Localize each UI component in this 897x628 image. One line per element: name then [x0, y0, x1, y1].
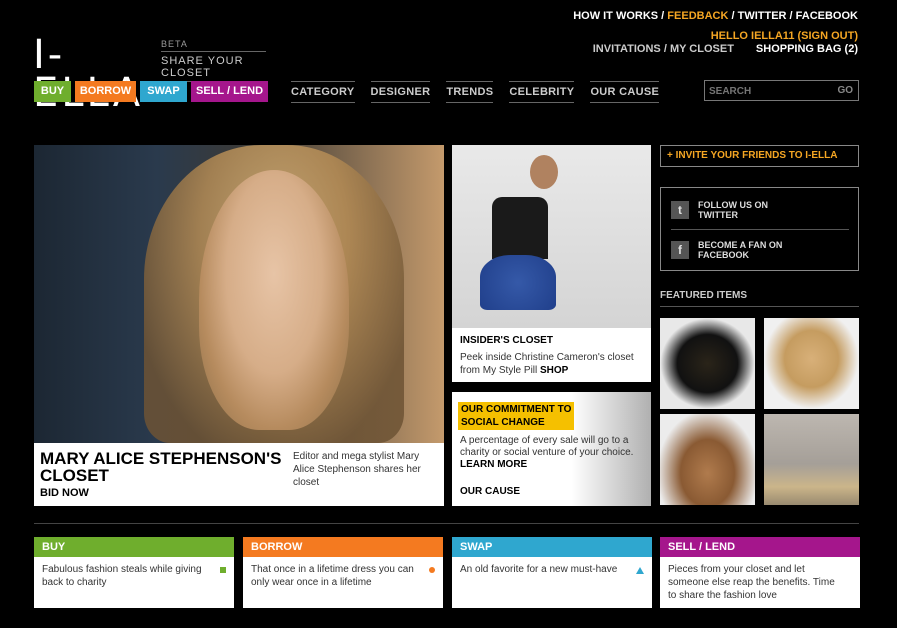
- borrow-card-title: BORROW: [243, 537, 443, 557]
- borrow-card[interactable]: BORROW That once in a lifetime dress you…: [243, 537, 443, 608]
- borrow-button[interactable]: BORROW: [75, 81, 136, 102]
- hero-title[interactable]: MARY ALICE STEPHENSON'S CLOSET: [40, 450, 290, 484]
- buy-card-title: BUY: [34, 537, 234, 557]
- section-divider: [34, 523, 859, 524]
- nav-trends[interactable]: TRENDS: [446, 81, 494, 103]
- hero-description: Editor and mega stylist Mary Alice Steph…: [293, 451, 421, 488]
- featured-item-1[interactable]: [660, 318, 755, 409]
- borrow-card-body: That once in a lifetime dress you can on…: [251, 564, 414, 588]
- user-greeting[interactable]: HELLO IELLA11 (SIGN OUT): [711, 30, 858, 42]
- insider-description: Peek inside Christine Cameron's closet f…: [460, 351, 640, 377]
- account-links: INVITATIONS / MY CLOSET SHOPPING BAG (2): [593, 43, 858, 55]
- nav-designer[interactable]: DESIGNER: [370, 81, 431, 103]
- invitations-link[interactable]: INVITATIONS / MY CLOSET: [593, 43, 734, 55]
- facebook-icon: f: [671, 241, 689, 259]
- sell-lend-card[interactable]: SELL / LEND Pieces from your closet and …: [660, 537, 860, 608]
- insider-image[interactable]: [452, 145, 651, 328]
- how-it-works-link[interactable]: HOW IT WORKS: [573, 10, 658, 22]
- swap-button[interactable]: SWAP: [140, 81, 187, 102]
- beta-label: BETA: [161, 39, 188, 49]
- search-input[interactable]: [709, 84, 819, 98]
- twitter-link[interactable]: TWITTER: [738, 10, 787, 22]
- featured-item-2[interactable]: [764, 318, 859, 409]
- invite-friends-button[interactable]: + INVITE YOUR FRIENDS TO I-ELLA: [660, 145, 859, 167]
- swap-card-title: SWAP: [452, 537, 652, 557]
- circle-icon: [429, 567, 435, 573]
- insider-image-top: [492, 197, 548, 259]
- search-go-button[interactable]: GO: [837, 85, 853, 96]
- separator: /: [658, 10, 668, 22]
- commitment-badge-line1: OUR COMMITMENT TO: [461, 404, 572, 415]
- buy-button[interactable]: BUY: [34, 81, 71, 102]
- sell-lend-button[interactable]: SELL / LEND: [191, 81, 268, 102]
- facebook-label-line1: BECOME A FAN ON: [698, 240, 783, 250]
- twitter-icon: t: [671, 201, 689, 219]
- twitter-follow[interactable]: t FOLLOW US ON TWITTER: [671, 200, 849, 222]
- insider-image-head: [530, 155, 558, 189]
- square-icon: [220, 567, 226, 573]
- twitter-follow-label: FOLLOW US ON TWITTER: [698, 200, 768, 220]
- hero-feature[interactable]: MARY ALICE STEPHENSON'S CLOSET BID NOW E…: [34, 145, 444, 506]
- commitment-badge: OUR COMMITMENT TO SOCIAL CHANGE: [458, 402, 575, 430]
- commitment-badge-line2: SOCIAL CHANGE: [461, 417, 545, 428]
- insider-closet-card[interactable]: INSIDER'S CLOSET Peek inside Christine C…: [452, 145, 651, 382]
- nav-celebrity[interactable]: CELEBRITY: [509, 81, 575, 103]
- logo[interactable]: I-ELLA: [33, 35, 153, 113]
- featured-divider: [660, 306, 859, 307]
- learn-more-link[interactable]: LEARN MORE: [460, 459, 527, 470]
- swap-card[interactable]: SWAP An old favorite for a new must-have: [452, 537, 652, 608]
- nav-category[interactable]: CATEGORY: [291, 81, 355, 103]
- shop-link[interactable]: SHOP: [540, 365, 568, 376]
- separator: /: [728, 10, 738, 22]
- social-divider: [671, 229, 849, 230]
- twitter-label-line1: FOLLOW US ON: [698, 200, 768, 210]
- top-links: HOW IT WORKS / FEEDBACK / TWITTER / FACE…: [573, 9, 858, 23]
- facebook-label-line2: FACEBOOK: [698, 250, 750, 260]
- main-nav: CATEGORY DESIGNER TRENDS CELEBRITY OUR C…: [291, 81, 675, 103]
- featured-item-3[interactable]: [660, 414, 755, 505]
- sell-lend-card-title: SELL / LEND: [660, 537, 860, 557]
- facebook-fan[interactable]: f BECOME A FAN ON FACEBOOK: [671, 240, 849, 262]
- twitter-label-line2: TWITTER: [698, 210, 738, 220]
- hero-image-face: [199, 170, 349, 430]
- tagline: SHARE YOUR CLOSET: [161, 51, 266, 82]
- separator: /: [786, 10, 796, 22]
- social-box: t FOLLOW US ON TWITTER f BECOME A FAN ON…: [660, 187, 859, 271]
- sell-lend-card-body: Pieces from your closet and let someone …: [668, 564, 835, 601]
- hero-image[interactable]: [34, 145, 444, 443]
- buy-card[interactable]: BUY Fabulous fashion steals while giving…: [34, 537, 234, 608]
- featured-items-title: FEATURED ITEMS: [660, 290, 748, 301]
- our-cause-link[interactable]: OUR CAUSE: [460, 486, 520, 497]
- bid-now-link[interactable]: BID NOW: [40, 487, 89, 499]
- facebook-fan-label: BECOME A FAN ON FACEBOOK: [698, 240, 782, 260]
- feedback-link[interactable]: FEEDBACK: [667, 10, 728, 22]
- featured-item-4[interactable]: [764, 414, 859, 505]
- triangle-icon: [636, 567, 644, 574]
- insider-image-skirt: [480, 255, 556, 310]
- nav-our-cause[interactable]: OUR CAUSE: [590, 81, 660, 103]
- commitment-card[interactable]: OUR COMMITMENT TO SOCIAL CHANGE A percen…: [452, 392, 651, 506]
- swap-card-body: An old favorite for a new must-have: [460, 564, 618, 575]
- insider-title: INSIDER'S CLOSET: [460, 335, 553, 346]
- search-box: GO: [704, 80, 859, 101]
- shopping-bag-link[interactable]: SHOPPING BAG (2): [756, 43, 858, 55]
- facebook-link[interactable]: FACEBOOK: [796, 10, 858, 22]
- commitment-text: A percentage of every sale will go to a …: [460, 435, 634, 458]
- commitment-description: A percentage of every sale will go to a …: [460, 435, 646, 471]
- buy-card-body: Fabulous fashion steals while giving bac…: [42, 564, 202, 588]
